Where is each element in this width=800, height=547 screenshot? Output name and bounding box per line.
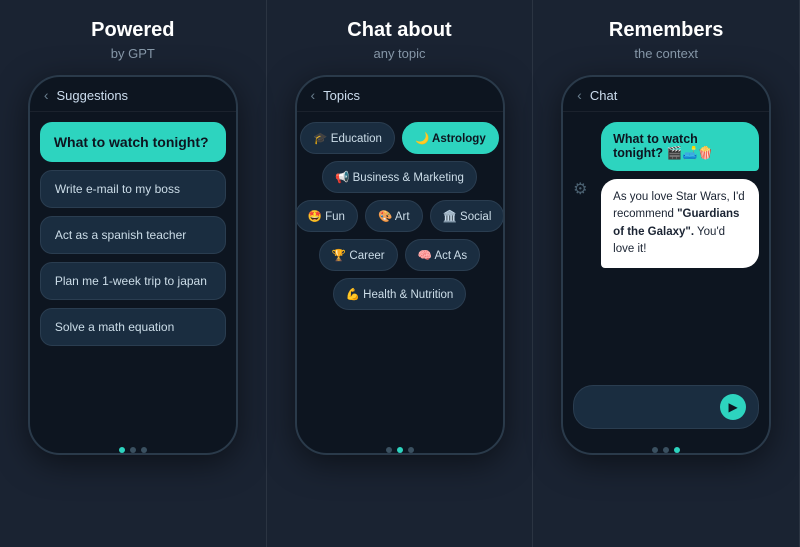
- phone-mockup-1: ‹ Suggestions What to watch tonight? Wri…: [28, 75, 238, 455]
- topic-business[interactable]: 📢 Business & Marketing: [322, 161, 477, 193]
- header-title-3: Chat: [590, 88, 617, 103]
- back-icon-3[interactable]: ‹: [577, 87, 582, 103]
- suggestion-item-4[interactable]: Solve a math equation: [40, 308, 226, 346]
- dot-1-3: [141, 447, 147, 453]
- suggestion-item-1[interactable]: Write e-mail to my boss: [40, 170, 226, 208]
- phone-mockup-2: ‹ Topics 🎓 Education 🌙 Astrology 📢 Busin…: [295, 75, 505, 455]
- back-icon-2[interactable]: ‹: [311, 87, 316, 103]
- panel2-title: Chat about: [347, 18, 451, 42]
- dot-1-1: [119, 447, 125, 453]
- panel-remembers: Remembers the context ‹ Chat What to wat…: [533, 0, 800, 547]
- phone-header-1: ‹ Suggestions: [30, 77, 236, 112]
- topics-row-2: 📢 Business & Marketing: [307, 161, 493, 193]
- back-icon-1[interactable]: ‹: [44, 87, 49, 103]
- topic-health[interactable]: 💪 Health & Nutrition: [333, 278, 467, 310]
- send-button[interactable]: ▶: [720, 394, 746, 420]
- pagination-dots-3: [563, 447, 769, 453]
- panel2-subtitle: any topic: [373, 46, 425, 61]
- phone-header-3: ‹ Chat: [563, 77, 769, 112]
- dot-2-3: [408, 447, 414, 453]
- phone-header-2: ‹ Topics: [297, 77, 503, 112]
- topics-content: 🎓 Education 🌙 Astrology 📢 Business & Mar…: [297, 112, 503, 439]
- bot-message-row: ⚙ As you love Star Wars, I'd recommend "…: [573, 179, 759, 268]
- panel3-title: Remembers: [609, 18, 724, 42]
- topics-row-4: 🏆 Career 🧠 Act As: [307, 239, 493, 271]
- topics-row-1: 🎓 Education 🌙 Astrology: [307, 122, 493, 154]
- suggestion-item-2[interactable]: Act as a spanish teacher: [40, 216, 226, 254]
- bot-message: As you love Star Wars, I'd recommend "Gu…: [601, 179, 759, 268]
- pagination-dots-2: [297, 447, 503, 453]
- chat-content: What to watch tonight? 🎬🛋️🍿 ⚙ As you lov…: [563, 112, 769, 439]
- panel-powered-gpt: Powered by GPT ‹ Suggestions What to wat…: [0, 0, 267, 547]
- topics-row-5: 💪 Health & Nutrition: [307, 278, 493, 310]
- dot-3-2: [663, 447, 669, 453]
- chat-input-bar[interactable]: ▶: [573, 385, 759, 429]
- topic-career[interactable]: 🏆 Career: [319, 239, 398, 271]
- user-message: What to watch tonight? 🎬🛋️🍿: [601, 122, 759, 171]
- topic-art[interactable]: 🎨 Art: [365, 200, 423, 232]
- panel1-subtitle: by GPT: [111, 46, 155, 61]
- topic-social[interactable]: 🏛️ Social: [430, 200, 503, 232]
- dot-1-2: [130, 447, 136, 453]
- phone-mockup-3: ‹ Chat What to watch tonight? 🎬🛋️🍿 ⚙ As …: [561, 75, 771, 455]
- suggestions-content: What to watch tonight? Write e-mail to m…: [30, 112, 236, 439]
- topics-grid: 🎓 Education 🌙 Astrology 📢 Business & Mar…: [307, 122, 493, 310]
- header-title-1: Suggestions: [57, 88, 129, 103]
- header-title-2: Topics: [323, 88, 360, 103]
- panel3-subtitle: the context: [634, 46, 698, 61]
- panel1-title: Powered: [91, 18, 174, 42]
- bot-avatar-icon: ⚙: [573, 179, 595, 201]
- suggestion-highlight[interactable]: What to watch tonight?: [40, 122, 226, 162]
- dot-3-1: [652, 447, 658, 453]
- topic-education[interactable]: 🎓 Education: [300, 122, 395, 154]
- topics-row-3: 🤩 Fun 🎨 Art 🏛️ Social: [307, 200, 493, 232]
- topic-act-as[interactable]: 🧠 Act As: [405, 239, 480, 271]
- chat-messages: What to watch tonight? 🎬🛋️🍿 ⚙ As you lov…: [573, 122, 759, 377]
- topic-fun[interactable]: 🤩 Fun: [297, 200, 358, 232]
- suggestion-item-3[interactable]: Plan me 1-week trip to japan: [40, 262, 226, 300]
- topic-astrology[interactable]: 🌙 Astrology: [402, 122, 499, 154]
- send-icon: ▶: [729, 400, 738, 414]
- panel-topics: Chat about any topic ‹ Topics 🎓 Educatio…: [267, 0, 534, 547]
- dot-2-1: [386, 447, 392, 453]
- dot-2-2: [397, 447, 403, 453]
- dot-3-3: [674, 447, 680, 453]
- pagination-dots-1: [30, 447, 236, 453]
